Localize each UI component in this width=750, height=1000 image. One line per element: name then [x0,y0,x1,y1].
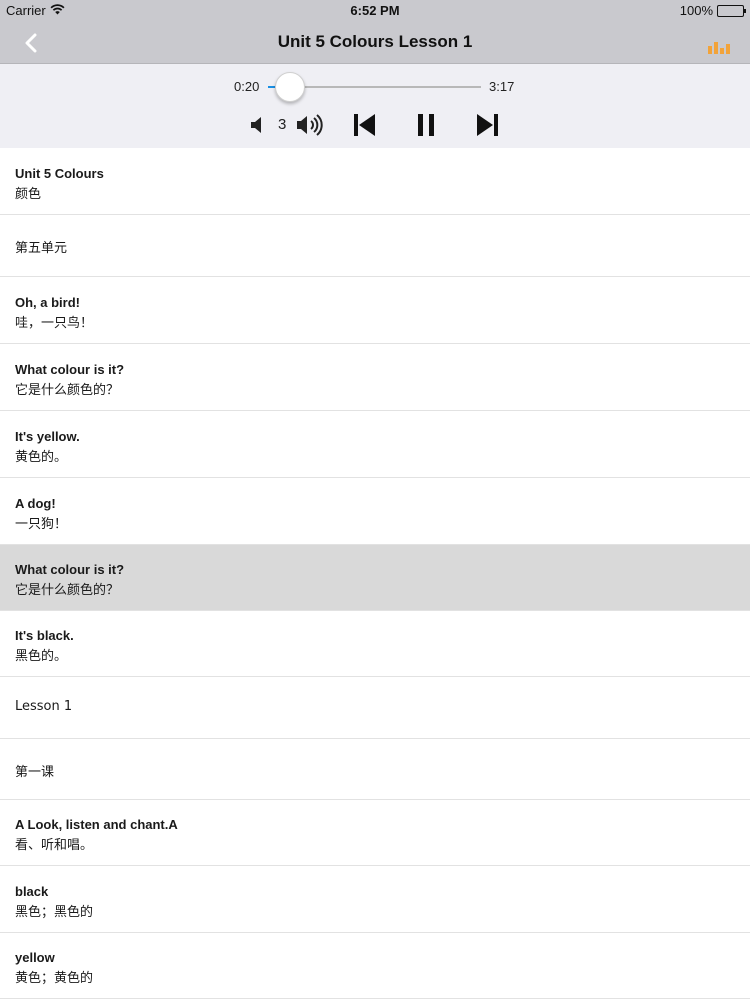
english-text: It's black. [15,628,74,643]
player-controls: 3 [0,108,750,142]
nav-bar: Unit 5 Colours Lesson 1 [0,22,750,64]
pause-icon [418,114,434,136]
volume-level: 3 [278,116,287,133]
skip-forward-icon [477,114,498,136]
section-heading: 第五单元 [15,241,68,256]
english-text: It's yellow. [15,428,80,444]
english-text: What colour is it? [15,562,125,577]
status-right: 100% [679,3,746,18]
previous-button[interactable] [350,108,378,142]
current-time: 0:20 [234,79,260,94]
chinese-translation: 看、听和唱。 [15,838,94,853]
section-heading: Lesson 1 [15,699,73,714]
page-title: Unit 5 Colours Lesson 1 [277,32,473,51]
progress-thumb[interactable] [275,72,305,102]
chinese-translation: 黑色的。 [15,649,68,664]
section-heading: 第一课 [15,764,55,780]
list-item[interactable]: What colour is it? 它是什么颜色的？ [0,344,750,411]
chinese-translation: 黄色的。 [15,449,68,465]
list-item[interactable]: Oh, a bird! 哇，一只鸟！ [0,277,750,344]
list-item-selected[interactable]: What colour is it? 它是什么颜色的？ [0,545,750,611]
english-text: What colour is it? [15,361,125,377]
english-text: Unit 5 Colours [15,165,104,181]
chinese-translation: 它是什么颜色的？ [15,583,120,598]
volume-up-button[interactable] [294,108,326,142]
bar-icon-segment [708,46,712,54]
bar-icon-segment [720,48,724,54]
total-time: 3:17 [489,79,515,94]
english-text: yellow [15,950,55,965]
pause-button[interactable] [412,108,440,142]
chinese-translation: 黑色；黑色的 [15,904,94,920]
chinese-translation: 它是什么颜色的？ [15,382,120,398]
chinese-translation: 颜色 [15,186,42,202]
list-item[interactable]: yellow 黄色；黄色的 [0,933,750,999]
list-item[interactable]: black 黑色；黑色的 [0,866,750,933]
audio-bars-button[interactable] [708,38,732,54]
list-item[interactable]: 第五单元 [0,215,750,277]
list-item[interactable]: 第一课 [0,739,750,800]
speaker-high-icon [297,114,323,136]
list-item[interactable]: Lesson 1 [0,677,750,739]
list-item[interactable]: Unit 5 Colours 颜色 [0,148,750,215]
audio-player: 0:20 3:17 3 [0,64,750,148]
list-item[interactable]: It's yellow. 黄色的。 [0,411,750,478]
next-button[interactable] [474,108,502,142]
list-item[interactable]: It's black. 黑色的。 [0,611,750,677]
chinese-translation: 黄色；黄色的 [15,971,94,986]
chinese-translation: 哇，一只鸟！ [15,315,94,331]
speaker-low-icon [251,117,261,133]
battery-icon [717,4,746,17]
volume-down-button[interactable] [246,108,268,142]
progress-slider[interactable] [268,72,481,102]
english-text: Oh, a bird! [15,294,80,310]
list-item[interactable]: A Look, listen and chant.A 看、听和唱。 [0,800,750,866]
bar-icon-segment [714,42,718,54]
list-item[interactable]: A dog! 一只狗！ [0,478,750,545]
english-text: A dog! [15,495,56,511]
chinese-translation: 一只狗！ [15,516,68,532]
english-text: A Look, listen and chant.A [15,817,178,832]
status-time: 6:52 PM [350,3,400,18]
english-text: black [15,883,49,899]
skip-back-icon [354,114,375,136]
bar-icon-segment [726,44,730,54]
status-bar: Carrier 6:52 PM 100% [0,0,750,22]
battery-percent: 100% [679,3,713,18]
